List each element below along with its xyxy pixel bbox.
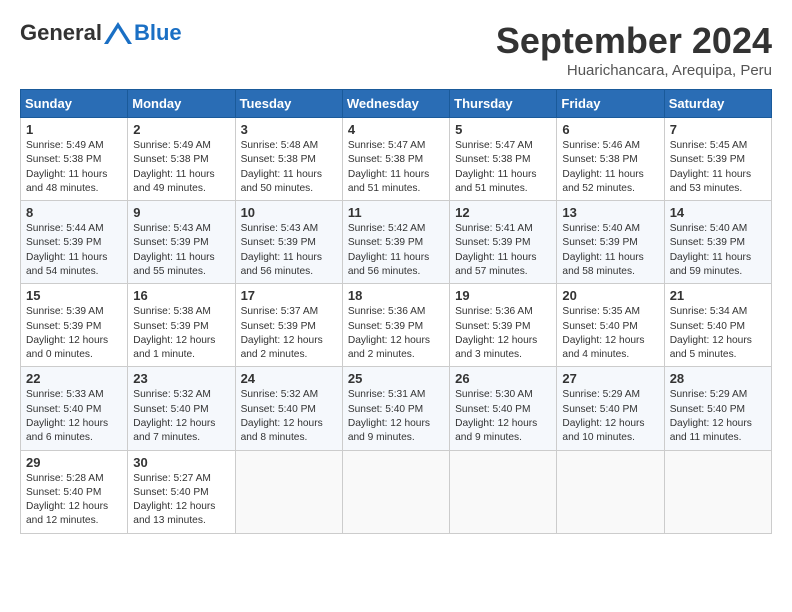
table-row: 28Sunrise: 5:29 AMSunset: 5:40 PMDayligh…	[664, 367, 771, 450]
table-row: 26Sunrise: 5:30 AMSunset: 5:40 PMDayligh…	[450, 367, 557, 450]
table-row: 19Sunrise: 5:36 AMSunset: 5:39 PMDayligh…	[450, 284, 557, 367]
table-row: 18Sunrise: 5:36 AMSunset: 5:39 PMDayligh…	[342, 284, 449, 367]
table-row: 9Sunrise: 5:43 AMSunset: 5:39 PMDaylight…	[128, 201, 235, 284]
table-row: 13Sunrise: 5:40 AMSunset: 5:39 PMDayligh…	[557, 201, 664, 284]
table-row: 30Sunrise: 5:27 AMSunset: 5:40 PMDayligh…	[128, 450, 235, 533]
table-row	[342, 450, 449, 533]
col-sunday: Sunday	[21, 90, 128, 118]
calendar-header-row: Sunday Monday Tuesday Wednesday Thursday…	[21, 90, 772, 118]
col-thursday: Thursday	[450, 90, 557, 118]
table-row: 20Sunrise: 5:35 AMSunset: 5:40 PMDayligh…	[557, 284, 664, 367]
table-row: 21Sunrise: 5:34 AMSunset: 5:40 PMDayligh…	[664, 284, 771, 367]
page-header: General Blue September 2024 Huarichancar…	[20, 20, 772, 79]
table-row: 27Sunrise: 5:29 AMSunset: 5:40 PMDayligh…	[557, 367, 664, 450]
logo-icon	[104, 22, 132, 44]
table-row	[557, 450, 664, 533]
table-row: 6Sunrise: 5:46 AMSunset: 5:38 PMDaylight…	[557, 118, 664, 201]
col-tuesday: Tuesday	[235, 90, 342, 118]
table-row: 3Sunrise: 5:48 AMSunset: 5:38 PMDaylight…	[235, 118, 342, 201]
table-row: 7Sunrise: 5:45 AMSunset: 5:39 PMDaylight…	[664, 118, 771, 201]
location-text: Huarichancara, Arequipa, Peru	[496, 62, 772, 79]
logo: General Blue	[20, 20, 182, 46]
col-monday: Monday	[128, 90, 235, 118]
table-row: 22Sunrise: 5:33 AMSunset: 5:40 PMDayligh…	[21, 367, 128, 450]
table-row: 10Sunrise: 5:43 AMSunset: 5:39 PMDayligh…	[235, 201, 342, 284]
table-row: 5Sunrise: 5:47 AMSunset: 5:38 PMDaylight…	[450, 118, 557, 201]
col-friday: Friday	[557, 90, 664, 118]
table-row: 11Sunrise: 5:42 AMSunset: 5:39 PMDayligh…	[342, 201, 449, 284]
table-row: 23Sunrise: 5:32 AMSunset: 5:40 PMDayligh…	[128, 367, 235, 450]
calendar-table: Sunday Monday Tuesday Wednesday Thursday…	[20, 89, 772, 534]
month-title: September 2024	[496, 20, 772, 62]
table-row: 25Sunrise: 5:31 AMSunset: 5:40 PMDayligh…	[342, 367, 449, 450]
table-row: 17Sunrise: 5:37 AMSunset: 5:39 PMDayligh…	[235, 284, 342, 367]
col-wednesday: Wednesday	[342, 90, 449, 118]
table-row	[450, 450, 557, 533]
table-row	[664, 450, 771, 533]
table-row: 29Sunrise: 5:28 AMSunset: 5:40 PMDayligh…	[21, 450, 128, 533]
logo-general-text: General	[20, 20, 102, 46]
table-row: 1Sunrise: 5:49 AMSunset: 5:38 PMDaylight…	[21, 118, 128, 201]
logo-blue-text: Blue	[134, 20, 182, 46]
col-saturday: Saturday	[664, 90, 771, 118]
table-row: 12Sunrise: 5:41 AMSunset: 5:39 PMDayligh…	[450, 201, 557, 284]
table-row	[235, 450, 342, 533]
table-row: 4Sunrise: 5:47 AMSunset: 5:38 PMDaylight…	[342, 118, 449, 201]
table-row: 14Sunrise: 5:40 AMSunset: 5:39 PMDayligh…	[664, 201, 771, 284]
table-row: 15Sunrise: 5:39 AMSunset: 5:39 PMDayligh…	[21, 284, 128, 367]
table-row: 2Sunrise: 5:49 AMSunset: 5:38 PMDaylight…	[128, 118, 235, 201]
table-row: 8Sunrise: 5:44 AMSunset: 5:39 PMDaylight…	[21, 201, 128, 284]
title-block: September 2024 Huarichancara, Arequipa, …	[496, 20, 772, 79]
table-row: 24Sunrise: 5:32 AMSunset: 5:40 PMDayligh…	[235, 367, 342, 450]
table-row: 16Sunrise: 5:38 AMSunset: 5:39 PMDayligh…	[128, 284, 235, 367]
